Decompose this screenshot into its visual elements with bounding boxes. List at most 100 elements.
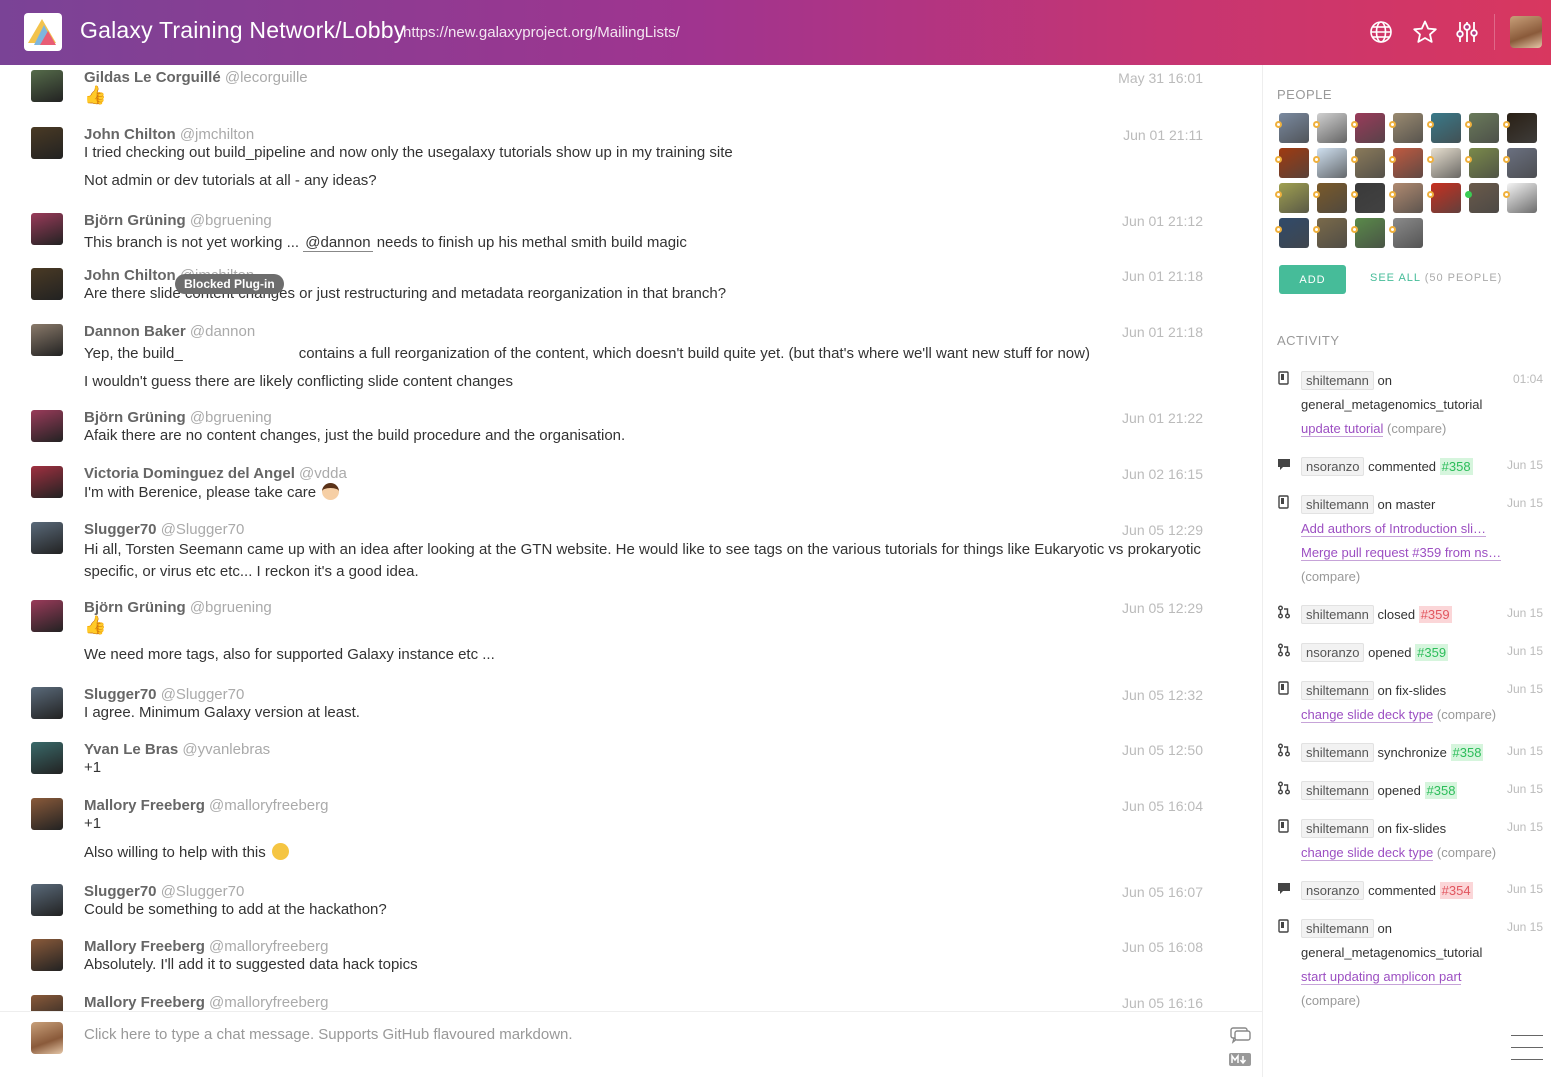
message-author[interactable]: Björn Grüning @bgruening — [84, 599, 272, 616]
author-name[interactable]: Björn Grüning — [84, 212, 186, 229]
activity-user[interactable]: nsoranzo — [1301, 643, 1365, 662]
author-name[interactable]: Björn Grüning — [84, 599, 186, 616]
user-mention[interactable]: @dannon — [303, 234, 373, 252]
person-avatar[interactable] — [1313, 218, 1347, 248]
compare-link[interactable]: (compare) — [1437, 707, 1496, 722]
message-timestamp[interactable]: Jun 05 12:29 — [1122, 600, 1203, 616]
author-handle[interactable]: @vdda — [299, 465, 347, 482]
message-avatar[interactable] — [31, 70, 63, 102]
message-timestamp[interactable]: Jun 05 16:07 — [1122, 884, 1203, 900]
message-author[interactable]: John Chilton @jmchilton — [84, 126, 254, 143]
author-name[interactable]: Björn Grüning — [84, 409, 186, 426]
person-avatar[interactable] — [1275, 148, 1309, 178]
author-handle[interactable]: @lecorguille — [225, 69, 308, 86]
author-name[interactable]: Mallory Freeberg — [84, 994, 205, 1011]
message-author[interactable]: Slugger70 @Slugger70 — [84, 521, 244, 538]
author-name[interactable]: Mallory Freeberg — [84, 938, 205, 955]
chat-bubbles-icon[interactable] — [1228, 1026, 1252, 1046]
person-avatar[interactable] — [1465, 113, 1499, 143]
person-avatar[interactable] — [1275, 113, 1309, 143]
message-author[interactable]: Björn Grüning @bgruening — [84, 409, 272, 426]
message-avatar[interactable] — [31, 687, 63, 719]
room-title[interactable]: Galaxy Training Network/Lobby — [80, 17, 405, 44]
star-icon[interactable] — [1412, 19, 1438, 45]
person-avatar[interactable] — [1503, 183, 1537, 213]
person-avatar[interactable] — [1389, 183, 1423, 213]
author-handle[interactable]: @bgruening — [190, 212, 272, 229]
author-handle[interactable]: @bgruening — [190, 409, 272, 426]
activity-user[interactable]: nsoranzo — [1301, 457, 1365, 476]
author-handle[interactable]: @bgruening — [190, 599, 272, 616]
person-avatar[interactable] — [1465, 148, 1499, 178]
person-avatar[interactable] — [1313, 148, 1347, 178]
author-name[interactable]: Slugger70 — [84, 883, 157, 900]
activity-user[interactable]: shiltemann — [1301, 371, 1374, 390]
activity-user[interactable]: shiltemann — [1301, 605, 1374, 624]
message-author[interactable]: Yvan Le Bras @yvanlebras — [84, 741, 270, 758]
author-handle[interactable]: @Slugger70 — [161, 686, 245, 703]
add-people-button[interactable]: ADD — [1279, 265, 1346, 294]
person-avatar[interactable] — [1351, 148, 1385, 178]
message-avatar[interactable] — [31, 466, 63, 498]
issue-link[interactable]: #358 — [1450, 744, 1484, 761]
activity-user[interactable]: shiltemann — [1301, 781, 1374, 800]
message-avatar[interactable] — [31, 324, 63, 356]
message-avatar[interactable] — [31, 522, 63, 554]
message-avatar[interactable] — [31, 213, 63, 245]
commit-link[interactable]: Add authors of Introduction sli… — [1301, 521, 1486, 537]
person-avatar[interactable] — [1313, 183, 1347, 213]
commit-link[interactable]: change slide deck type — [1301, 707, 1434, 723]
message-timestamp[interactable]: Jun 05 12:29 — [1122, 522, 1203, 538]
person-avatar[interactable] — [1389, 148, 1423, 178]
message-timestamp[interactable]: Jun 05 16:04 — [1122, 798, 1203, 814]
person-avatar[interactable] — [1427, 113, 1461, 143]
issue-link[interactable]: #354 — [1439, 882, 1473, 899]
message-timestamp[interactable]: Jun 02 16:15 — [1122, 466, 1203, 482]
author-handle[interactable]: @malloryfreeberg — [209, 938, 328, 955]
message-avatar[interactable] — [31, 798, 63, 830]
author-name[interactable]: Gildas Le Corguillé — [84, 69, 221, 86]
message-author[interactable]: Mallory Freeberg @malloryfreeberg — [84, 797, 328, 814]
chat-message-list[interactable]: Gildas Le Corguillé @lecorguille May 31 1… — [0, 65, 1262, 1011]
message-author[interactable]: Slugger70 @Slugger70 — [84, 686, 244, 703]
blocked-plugin-badge[interactable]: Blocked Plug-in — [175, 274, 284, 294]
message-timestamp[interactable]: Jun 05 12:50 — [1122, 742, 1203, 758]
message-timestamp[interactable]: Jun 01 21:12 — [1122, 213, 1203, 229]
author-handle[interactable]: @dannon — [190, 323, 255, 340]
author-name[interactable]: Mallory Freeberg — [84, 797, 205, 814]
message-timestamp[interactable]: May 31 16:01 — [1118, 70, 1203, 86]
message-avatar[interactable] — [31, 600, 63, 632]
activity-user[interactable]: shiltemann — [1301, 743, 1374, 762]
author-handle[interactable]: @Slugger70 — [161, 521, 245, 538]
message-timestamp[interactable]: Jun 01 21:18 — [1122, 268, 1203, 284]
message-timestamp[interactable]: Jun 01 21:22 — [1122, 410, 1203, 426]
message-avatar[interactable] — [31, 410, 63, 442]
message-author[interactable]: Slugger70 @Slugger70 — [84, 883, 244, 900]
author-name[interactable]: Slugger70 — [84, 686, 157, 703]
author-handle[interactable]: @malloryfreeberg — [209, 797, 328, 814]
message-author[interactable]: Dannon Baker @dannon — [84, 323, 255, 340]
commit-link[interactable]: update tutorial — [1301, 421, 1384, 437]
see-all-people-link[interactable]: SEE ALL (50 PEOPLE) — [1370, 272, 1502, 284]
activity-user[interactable]: nsoranzo — [1301, 881, 1365, 900]
message-author[interactable]: Björn Grüning @bgruening — [84, 212, 272, 229]
author-name[interactable]: Yvan Le Bras — [84, 741, 178, 758]
message-timestamp[interactable]: Jun 05 16:08 — [1122, 939, 1203, 955]
person-avatar[interactable] — [1275, 183, 1309, 213]
person-avatar[interactable] — [1465, 183, 1499, 213]
issue-link[interactable]: #359 — [1418, 606, 1452, 623]
author-handle[interactable]: @jmchilton — [180, 126, 254, 143]
person-avatar[interactable] — [1275, 218, 1309, 248]
author-name[interactable]: Slugger70 — [84, 521, 157, 538]
compare-link[interactable]: (compare) — [1437, 845, 1496, 860]
message-timestamp[interactable]: Jun 05 12:32 — [1122, 687, 1203, 703]
message-timestamp[interactable]: Jun 01 21:11 — [1123, 127, 1203, 143]
settings-sliders-icon[interactable] — [1454, 19, 1480, 45]
author-name[interactable]: John Chilton — [84, 126, 176, 143]
message-avatar[interactable] — [31, 268, 63, 300]
activity-user[interactable]: shiltemann — [1301, 919, 1374, 938]
activity-user[interactable]: shiltemann — [1301, 819, 1374, 838]
menu-icon[interactable] — [1511, 1035, 1543, 1061]
commit-link[interactable]: start updating amplicon part — [1301, 969, 1462, 985]
person-avatar[interactable] — [1427, 183, 1461, 213]
